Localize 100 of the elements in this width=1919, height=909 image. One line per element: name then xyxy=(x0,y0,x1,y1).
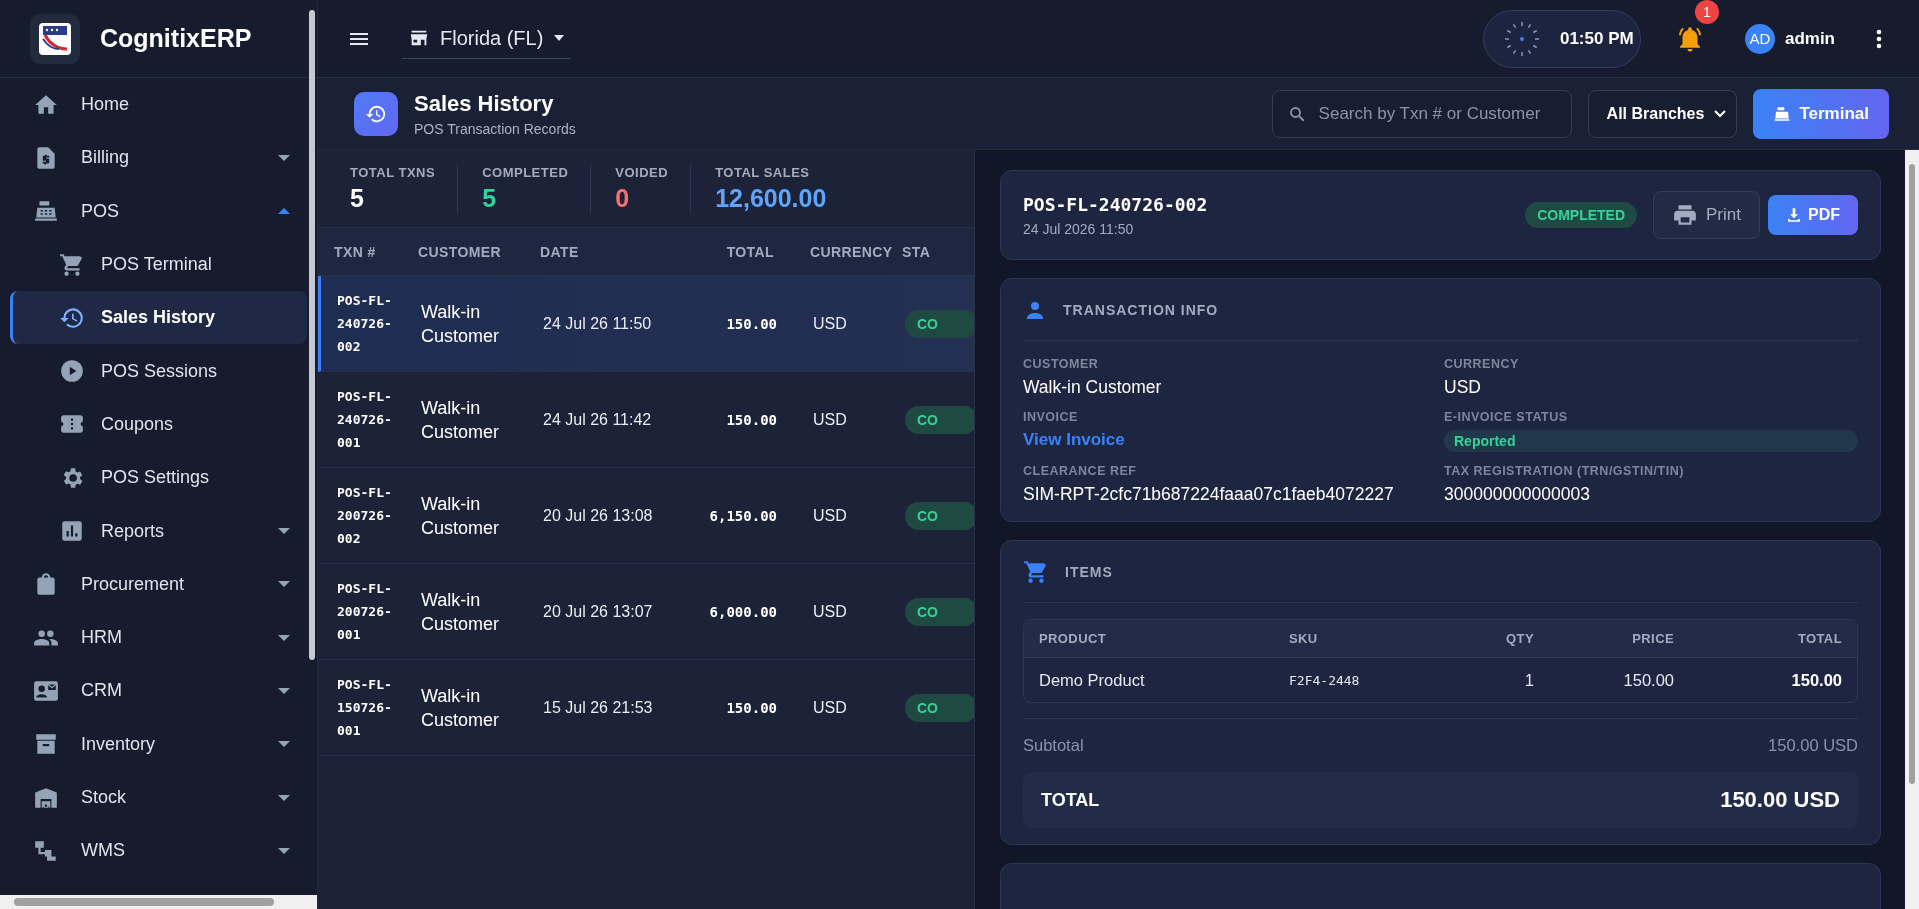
txn-number: POS-FL-240726-002 xyxy=(1023,193,1209,215)
currency-cell: USD xyxy=(813,506,847,524)
print-button[interactable]: Print xyxy=(1653,191,1760,239)
currency-cell: USD xyxy=(813,410,847,428)
nav-item[interactable]: WMS xyxy=(10,824,307,878)
column-header: CUSTOMER xyxy=(418,243,503,260)
customer-name: Walk-in Customer xyxy=(421,396,501,444)
column-header: TXN # xyxy=(333,243,377,260)
field-label: INVOICE xyxy=(1023,410,1079,424)
nav-item[interactable]: Billing xyxy=(10,131,307,185)
field-value: Walk-in Customer xyxy=(1023,377,1163,398)
printer-icon xyxy=(1672,202,1699,228)
currency-cell: USD xyxy=(813,698,847,716)
branch-filter[interactable]: All Branches xyxy=(1587,89,1738,138)
customer-name: Walk-in Customer xyxy=(421,492,501,540)
nav-item[interactable]: Reports xyxy=(10,504,307,558)
field-label: CUSTOMER xyxy=(1023,357,1100,371)
page-title: Sales History xyxy=(414,90,555,117)
field-value: 300000000000003 xyxy=(1444,484,1591,505)
nav-item[interactable]: POS Terminal xyxy=(10,237,307,292)
date-cell: 15 Jul 26 21:53 xyxy=(543,698,653,716)
nav-item[interactable]: HRM xyxy=(10,610,307,665)
nav-item[interactable]: POS xyxy=(10,184,307,238)
status-badge: CO xyxy=(905,597,974,626)
table-row[interactable]: POS-FL-200726-002 Walk-in Customer 20 Jul 26 13:08 6,150.00 USD CO xyxy=(318,468,974,564)
cash-register-icon xyxy=(1773,104,1792,123)
flag-swoosh-icon xyxy=(37,20,73,57)
pdf-button[interactable]: PDF xyxy=(1768,195,1858,235)
total-amount: 6,000.00 xyxy=(709,603,777,620)
column-header: TOTAL xyxy=(1796,631,1842,646)
download-icon xyxy=(1786,207,1802,223)
nav-item[interactable]: Home xyxy=(10,78,307,132)
status-badge: COMPLETED xyxy=(1525,202,1638,228)
field-label: CLEARANCE REF xyxy=(1023,464,1138,478)
txn-number: POS-FL-240726-002 xyxy=(337,292,393,356)
stat-label: TOTAL TXNS xyxy=(350,164,436,180)
user-name[interactable]: admin xyxy=(1784,28,1835,49)
table-row[interactable]: POS-FL-240726-001 Walk-in Customer 24 Jul 26 11:42 150.00 USD CO xyxy=(318,372,974,468)
total-label: TOTAL xyxy=(1041,789,1100,811)
subtotal-label: Subtotal xyxy=(1023,736,1084,755)
search-field[interactable]: Search by Txn # or Customer xyxy=(1271,89,1572,138)
terminal-button[interactable]: Terminal xyxy=(1753,88,1889,139)
column-header: PRODUCT xyxy=(1039,631,1108,646)
total-amount: 150.00 xyxy=(726,699,777,716)
search-icon xyxy=(1287,104,1306,123)
user-avatar[interactable]: AD xyxy=(1744,23,1775,54)
stat-label: TOTAL SALES xyxy=(715,164,811,180)
bar-chart-icon xyxy=(59,518,85,544)
customer-name: Walk-in Customer xyxy=(421,300,501,348)
status-badge: CO xyxy=(905,309,974,338)
brand-name: CognitixERP xyxy=(100,24,252,53)
column-header: SKU xyxy=(1289,631,1319,646)
stat-value: 12,600.00 xyxy=(715,183,827,213)
column-header: TOTAL xyxy=(725,243,774,260)
column-header: STA xyxy=(902,243,931,260)
total-amount: 6,150.00 xyxy=(709,507,777,524)
field-label: E-INVOICE STATUS xyxy=(1444,410,1569,424)
chevron-icon xyxy=(1714,109,1727,118)
status-badge: CO xyxy=(905,693,974,722)
nav-item[interactable]: Sales History xyxy=(10,291,307,345)
cart-icon xyxy=(59,251,85,278)
nav-item[interactable]: Inventory xyxy=(10,717,307,771)
line-total: 150.00 xyxy=(1790,670,1842,690)
subtotal-value: 150.00 USD xyxy=(1768,736,1858,755)
branch-select[interactable]: Florida (FL) xyxy=(402,18,572,59)
currency-cell: USD xyxy=(813,602,847,620)
scrollbar[interactable] xyxy=(1905,150,1919,909)
stat-value: 5 xyxy=(482,183,498,213)
txn-number: POS-FL-150726-001 xyxy=(337,676,393,740)
status-badge: Reported xyxy=(1444,430,1858,452)
customer-name: Walk-in Customer xyxy=(421,684,501,732)
section-title: ITEMS xyxy=(1065,563,1113,580)
txn-number: POS-FL-200726-001 xyxy=(337,580,393,644)
column-header: QTY xyxy=(1505,631,1534,646)
table-row[interactable]: POS-FL-150726-001 Walk-in Customer 15 Jul 26 21:53 150.00 USD CO xyxy=(318,660,974,756)
sku-cell-text: F2F4-2448 xyxy=(1289,672,1361,688)
column-header: CURRENCY xyxy=(809,243,894,260)
date-cell: 24 Jul 26 11:42 xyxy=(543,410,652,428)
column-header: DATE xyxy=(540,243,580,260)
notification-badge: 1 xyxy=(1694,0,1719,24)
scrollbar[interactable] xyxy=(309,10,315,660)
qty-cell-text: 1 xyxy=(1523,670,1534,690)
status-badge: CO xyxy=(905,405,974,434)
table-row[interactable]: POS-FL-240726-002 Walk-in Customer 24 Jul 26 11:50 150.00 USD CO xyxy=(318,276,974,372)
stat-label: VOIDED xyxy=(615,164,669,180)
invoice-link[interactable]: View Invoice xyxy=(1023,430,1444,450)
nav-item[interactable]: Stock xyxy=(10,770,307,825)
date-cell: 20 Jul 26 13:07 xyxy=(543,602,653,620)
nav-item[interactable]: Coupons xyxy=(10,397,307,452)
scrollbar[interactable] xyxy=(0,895,317,909)
field-label: CURRENCY xyxy=(1444,357,1520,371)
stat-label: COMPLETED xyxy=(482,164,569,180)
nav-item[interactable]: CRM xyxy=(10,664,307,718)
nav-item[interactable]: Procurement xyxy=(10,557,307,611)
cart-icon xyxy=(1023,558,1049,585)
table-row[interactable]: POS-FL-200726-001 Walk-in Customer 20 Jul 26 13:07 6,000.00 USD CO xyxy=(318,564,974,660)
field-value: SIM-RPT-2cfc71b687224faaa07c1faeb4072227 xyxy=(1023,484,1395,505)
nav-item[interactable]: POS Sessions xyxy=(10,344,307,398)
field-label: TAX REGISTRATION (TRN/GSTIN/TIN) xyxy=(1444,464,1685,478)
nav-item[interactable]: POS Settings xyxy=(10,451,307,505)
